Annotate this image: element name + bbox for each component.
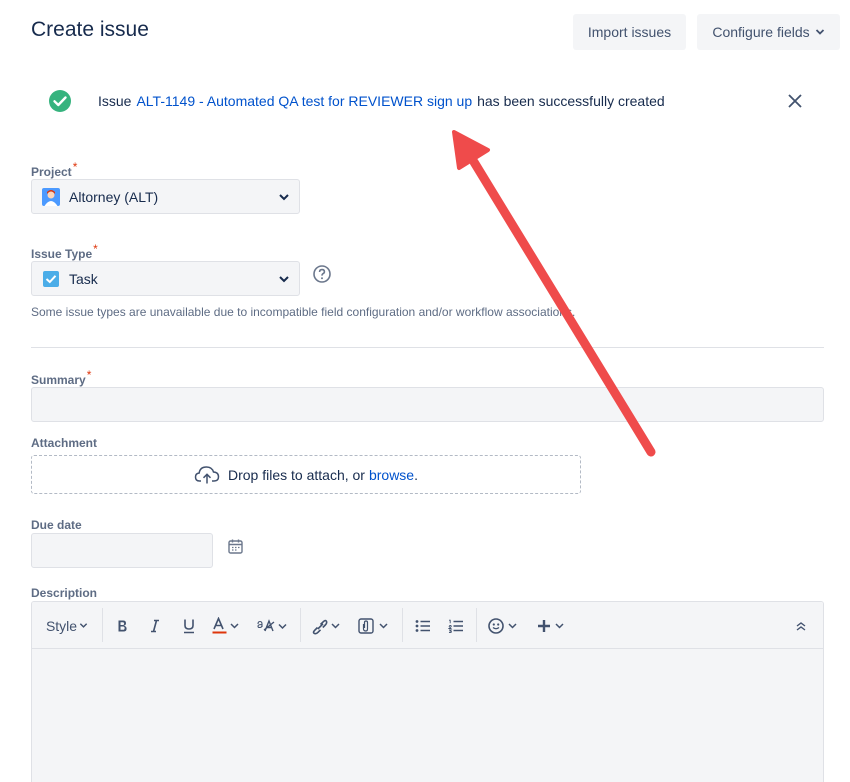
bold-button[interactable] bbox=[110, 602, 134, 649]
chevron-down-icon bbox=[815, 29, 824, 35]
underline-button[interactable] bbox=[177, 602, 201, 649]
drop-period: . bbox=[414, 466, 418, 483]
attachment-button[interactable] bbox=[354, 602, 392, 649]
toolbar-separator bbox=[300, 608, 301, 642]
required-marker: * bbox=[86, 368, 92, 382]
issue-link[interactable]: ALT-1149 - Automated QA test for REVIEWE… bbox=[136, 93, 472, 109]
divider bbox=[31, 347, 824, 348]
chevron-down-icon bbox=[279, 276, 289, 283]
editor-toolbar: Style bbox=[32, 602, 823, 649]
issue-type-label: Issue Type* bbox=[31, 242, 98, 261]
required-marker: * bbox=[72, 160, 78, 174]
text-color-icon bbox=[212, 616, 239, 633]
attachment-label: Attachment bbox=[31, 436, 98, 450]
link-button[interactable] bbox=[308, 602, 344, 649]
flag-prefix: Issue bbox=[98, 93, 132, 109]
bullet-list-icon bbox=[415, 619, 430, 632]
chevron-down-icon bbox=[279, 194, 289, 201]
project-label: Project* bbox=[31, 160, 78, 179]
required-marker: * bbox=[93, 242, 98, 256]
text-color-button[interactable] bbox=[208, 602, 244, 649]
cloud-upload-icon bbox=[194, 465, 220, 483]
toolbar-separator bbox=[102, 608, 103, 642]
project-value: Altorney (ALT) bbox=[69, 188, 159, 205]
double-chevron-up-icon bbox=[796, 621, 806, 631]
description-editor: Style bbox=[31, 601, 824, 782]
project-avatar-icon bbox=[42, 187, 60, 206]
style-dropdown[interactable]: Style bbox=[42, 602, 92, 649]
numbered-list-icon bbox=[448, 619, 463, 633]
style-label: Style bbox=[45, 617, 78, 634]
emoji-button[interactable] bbox=[484, 602, 522, 649]
page-title: Create issue bbox=[31, 18, 149, 41]
collapse-toolbar-button[interactable] bbox=[788, 602, 814, 649]
help-icon[interactable] bbox=[312, 264, 332, 284]
due-date-input[interactable] bbox=[31, 533, 213, 568]
link-icon bbox=[312, 619, 340, 634]
import-issues-button[interactable]: Import issues bbox=[573, 14, 686, 50]
description-textarea[interactable] bbox=[32, 649, 823, 782]
bold-icon bbox=[118, 620, 127, 631]
summary-label: Summary* bbox=[31, 368, 92, 387]
plus-icon bbox=[538, 619, 564, 632]
toolbar-separator bbox=[476, 608, 477, 642]
text-formatting-button[interactable] bbox=[254, 602, 292, 649]
configure-fields-button[interactable]: Configure fields bbox=[697, 14, 840, 50]
numbered-list-button[interactable] bbox=[445, 602, 467, 649]
underline-icon bbox=[184, 619, 194, 633]
summary-input[interactable] bbox=[31, 387, 824, 422]
emoji-icon bbox=[488, 617, 517, 634]
chevron-down-icon bbox=[79, 623, 88, 628]
italic-icon bbox=[151, 619, 159, 632]
calendar-icon[interactable] bbox=[227, 538, 244, 555]
due-date-label: Due date bbox=[31, 518, 82, 532]
check-circle-icon bbox=[49, 90, 71, 112]
italic-button[interactable] bbox=[143, 602, 167, 649]
import-issues-label: Import issues bbox=[587, 24, 672, 40]
attachment-dropzone[interactable]: Drop files to attach, or browse. bbox=[31, 455, 581, 494]
flag-suffix: has been successfully created bbox=[477, 93, 665, 109]
text-formatting-icon bbox=[257, 618, 287, 631]
bullet-list-button[interactable] bbox=[412, 602, 434, 649]
close-icon[interactable] bbox=[784, 90, 806, 112]
paperclip-icon bbox=[358, 617, 388, 634]
issue-type-select[interactable]: Task bbox=[31, 261, 300, 296]
issue-type-value: Task bbox=[69, 270, 98, 287]
project-select[interactable]: Altorney (ALT) bbox=[31, 179, 300, 214]
configure-fields-label: Configure fields bbox=[712, 24, 810, 40]
browse-link[interactable]: browse bbox=[369, 467, 414, 483]
annotation-arrow-head bbox=[452, 130, 490, 170]
drop-text: Drop files to attach, or bbox=[228, 466, 365, 483]
toolbar-separator bbox=[402, 608, 403, 642]
insert-more-button[interactable] bbox=[532, 602, 570, 649]
description-label: Description bbox=[31, 586, 98, 600]
issue-type-hint: Some issue types are unavailable due to … bbox=[31, 305, 576, 319]
success-flag: Issue ALT-1149 - Automated QA test for R… bbox=[48, 89, 808, 113]
task-checkbox-icon bbox=[43, 270, 59, 287]
